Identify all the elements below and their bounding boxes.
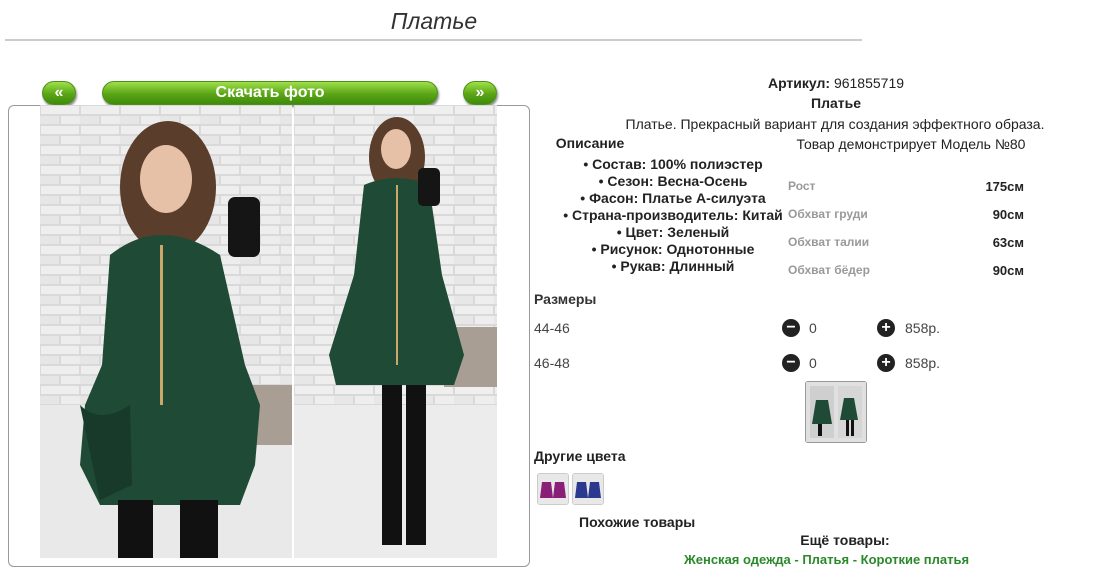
title-divider xyxy=(5,39,862,41)
category-breadcrumb-links[interactable]: Женская одежда - Платья - Короткие плать… xyxy=(684,552,969,567)
price: 858р. xyxy=(905,355,941,371)
quantity-value: 0 xyxy=(809,355,817,371)
measurement-value: 90см xyxy=(992,207,1024,222)
product-photo-full[interactable] xyxy=(294,105,497,558)
attribute-item: Рисунок: Однотонные xyxy=(548,241,798,258)
measurement-label: Обхват груди xyxy=(788,207,868,221)
measurement-value: 175см xyxy=(985,179,1024,194)
similar-products-heading: Похожие товары xyxy=(579,514,696,530)
measurement-value: 90см xyxy=(992,263,1024,278)
model-caption: Товар демонстрирует Модель №80 xyxy=(796,136,1026,152)
attribute-list: Состав: 100% полиэстер Сезон: Весна-Осен… xyxy=(548,156,798,275)
measurement-label: Обхват талии xyxy=(788,235,870,249)
download-photo-button[interactable]: Скачать фото xyxy=(102,81,438,105)
size-label: 44-46 xyxy=(534,320,570,336)
article-label: Артикул: xyxy=(767,75,831,91)
product-name: Платье xyxy=(811,95,861,111)
plus-icon[interactable]: + xyxy=(877,319,895,337)
attribute-item: Рукав: Длинный xyxy=(548,258,798,275)
description-heading: Описание xyxy=(555,135,625,151)
price: 858р. xyxy=(905,320,941,336)
size-row: 46-48 − 0 + 858р. xyxy=(534,354,954,372)
plus-icon[interactable]: + xyxy=(877,354,895,372)
measurement-row: Рост 175см xyxy=(788,179,1024,194)
minus-icon[interactable]: − xyxy=(782,354,800,372)
next-photo-button[interactable]: » xyxy=(463,81,497,105)
attribute-item: Страна-производитель: Китай xyxy=(548,207,798,224)
color-thumbnail-blue[interactable] xyxy=(572,473,604,505)
measurement-label: Рост xyxy=(788,179,816,193)
measurement-row: Обхват груди 90см xyxy=(788,207,1024,222)
other-colors-heading: Другие цвета xyxy=(534,448,626,464)
product-description: Платье. Прекрасный вариант для создания … xyxy=(625,116,1045,132)
more-products-heading: Ещё товары: xyxy=(800,532,890,548)
color-thumbnail-purple[interactable] xyxy=(537,473,569,505)
attribute-item: Состав: 100% полиэстер xyxy=(548,156,798,173)
size-label: 46-48 xyxy=(534,355,570,371)
photo-thumbnail[interactable] xyxy=(805,381,867,443)
measurement-value: 63см xyxy=(992,235,1024,250)
size-row: 44-46 − 0 + 858р. xyxy=(534,319,954,337)
attribute-item: Цвет: Зеленый xyxy=(548,224,798,241)
measurement-row: Обхват талии 63см xyxy=(788,235,1024,250)
quantity-value: 0 xyxy=(809,320,817,336)
attribute-item: Фасон: Платье А-силуэта xyxy=(548,190,798,207)
measurement-row: Обхват бёдер 90см xyxy=(788,263,1024,278)
measurement-label: Обхват бёдер xyxy=(788,263,870,277)
attribute-item: Сезон: Весна-Осень xyxy=(548,173,798,190)
article-number: 961855719 xyxy=(833,75,905,91)
product-photo-front[interactable] xyxy=(40,105,292,558)
minus-icon[interactable]: − xyxy=(782,319,800,337)
page-title: Платье xyxy=(390,8,478,34)
prev-photo-button[interactable]: « xyxy=(42,81,76,105)
sizes-heading: Размеры xyxy=(534,291,597,307)
article-line: Артикул: 961855719 xyxy=(700,75,972,91)
